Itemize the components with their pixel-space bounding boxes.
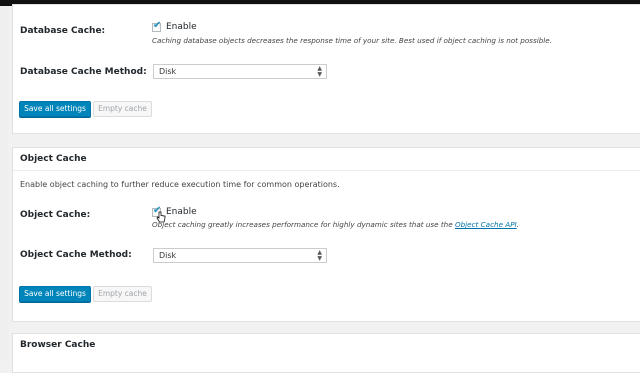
database-cache-method-select[interactable]: Disk ▲ ▼ (153, 64, 327, 79)
object-cache-title: Object Cache (20, 154, 87, 164)
object-cache-description: Object caching greatly increases perform… (152, 220, 519, 229)
database-cache-enable-checkbox[interactable]: ✔ (152, 20, 162, 32)
object-cache-save-button[interactable]: Save all settings (19, 286, 91, 302)
database-cache-panel: Database Cache: ✔ Enable Caching databas… (12, 4, 640, 134)
object-cache-description-text: Object caching greatly increases perform… (152, 220, 455, 229)
page-left-edge (0, 6, 8, 360)
select-arrows-icon: ▲ ▼ (317, 249, 322, 262)
checkmark-icon: ✔ (153, 20, 162, 31)
select-arrows-icon: ▲ ▼ (317, 65, 322, 78)
database-cache-method-value: Disk (159, 67, 177, 76)
database-cache-label: Database Cache: (20, 26, 106, 36)
object-cache-label: Object Cache: (20, 210, 91, 220)
browser-cache-panel: Browser Cache (12, 333, 640, 373)
object-cache-method-value: Disk (159, 251, 177, 260)
object-cache-description-suffix: . (516, 220, 519, 229)
object-cache-panel: Object Cache Enable object caching to fu… (12, 147, 640, 322)
object-cache-method-label: Object Cache Method: (20, 250, 132, 260)
object-cache-empty-button[interactable]: Empty cache (93, 286, 152, 302)
hand-cursor-icon (156, 211, 166, 223)
database-cache-description: Caching database objects decreases the r… (152, 36, 553, 45)
object-cache-intro: Enable object caching to further reduce … (20, 180, 340, 189)
object-cache-api-link[interactable]: Object Cache API (455, 220, 517, 229)
object-cache-enable-label[interactable]: Enable (166, 207, 197, 217)
database-cache-enable-label[interactable]: Enable (166, 22, 197, 32)
database-cache-save-button[interactable]: Save all settings (19, 101, 91, 117)
database-cache-empty-button[interactable]: Empty cache (93, 101, 152, 117)
panel-divider (13, 170, 640, 171)
database-cache-method-label: Database Cache Method: (20, 67, 147, 77)
browser-cache-title: Browser Cache (20, 340, 96, 350)
object-cache-method-select[interactable]: Disk ▲ ▼ (153, 248, 327, 263)
